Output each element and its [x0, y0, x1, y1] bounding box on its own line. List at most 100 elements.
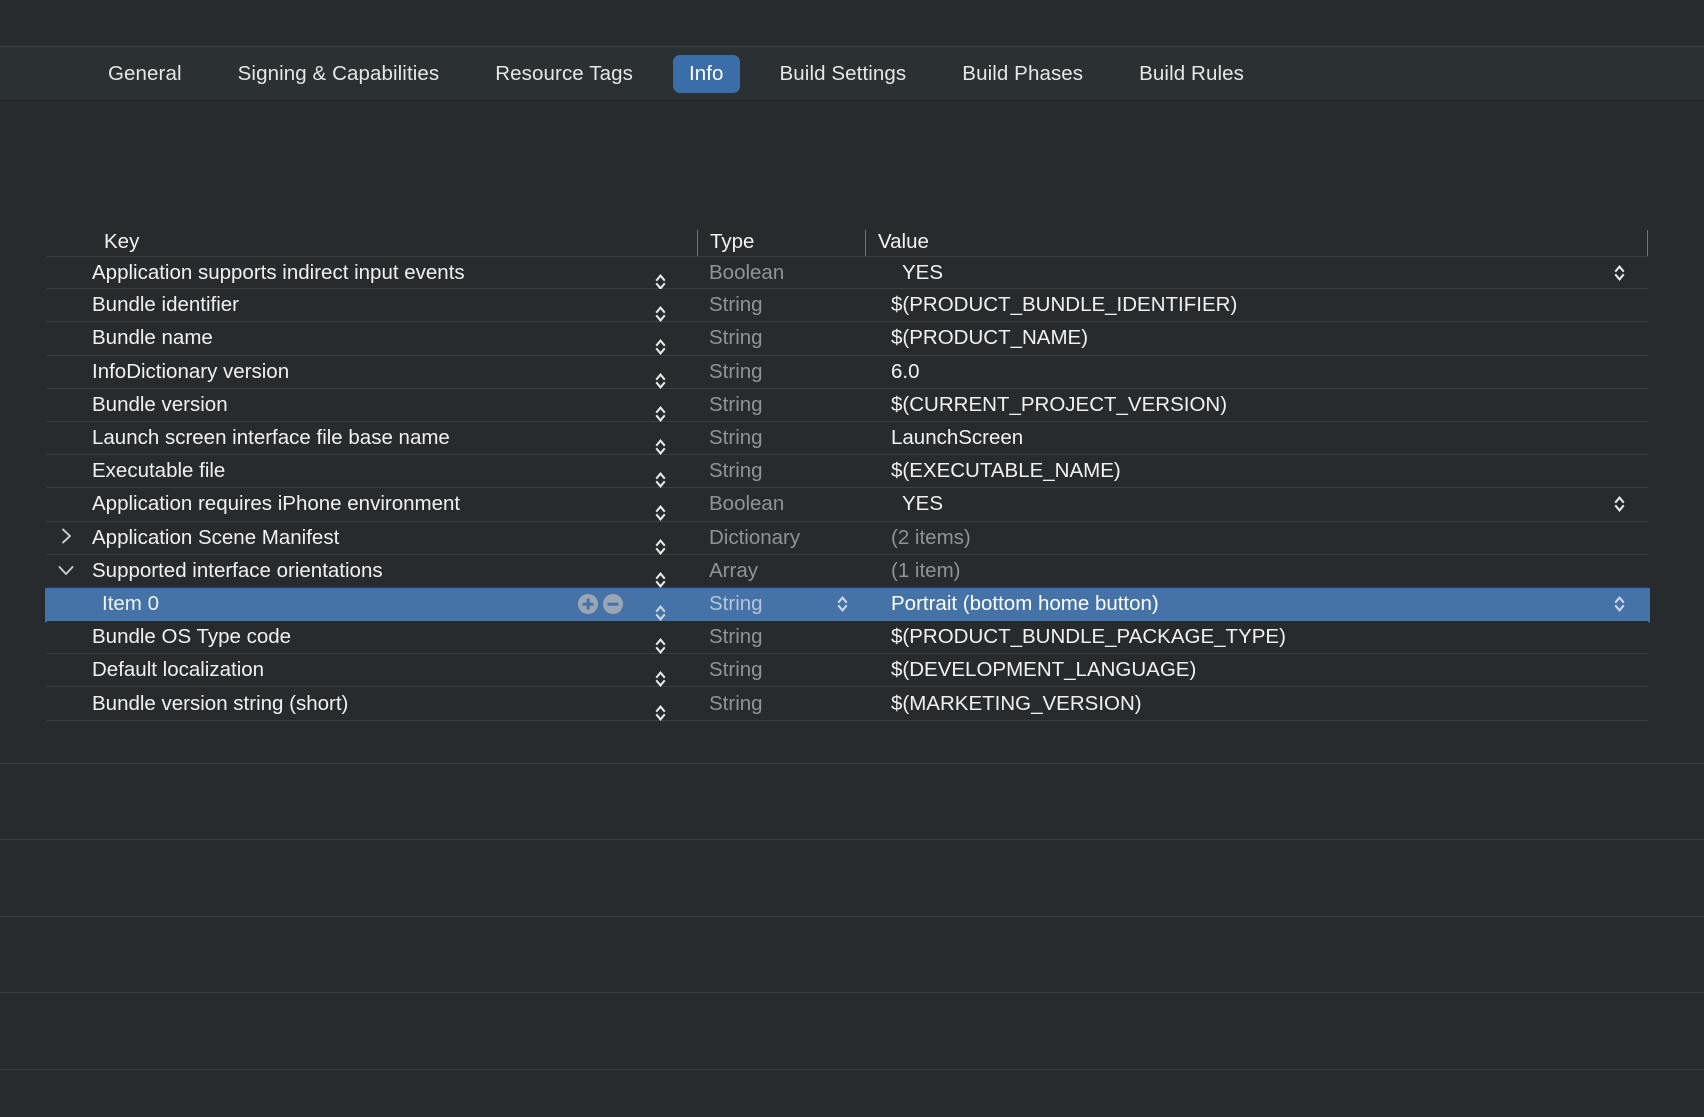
- empty-row[interactable]: [0, 764, 1704, 841]
- stepper-up-down-icon[interactable]: [649, 405, 671, 423]
- stepper-up-down-icon[interactable]: [1608, 264, 1630, 282]
- table-row[interactable]: InfoDictionary versionString6.0: [47, 356, 1648, 389]
- stepper-up-down-icon[interactable]: [649, 438, 671, 456]
- empty-row[interactable]: [0, 917, 1704, 994]
- table-row[interactable]: Executable file String $(EXECUTABLE_NAME): [47, 455, 1648, 488]
- stepper-up-down-icon[interactable]: [649, 305, 671, 323]
- type-label: String: [709, 625, 763, 649]
- cell-value[interactable]: $(PRODUCT_NAME): [865, 322, 1648, 354]
- cell-key[interactable]: Item 0: [47, 589, 697, 620]
- cell-key[interactable]: Bundle identifier: [47, 289, 697, 321]
- tab-build-settings[interactable]: Build Settings: [764, 55, 923, 93]
- cell-key[interactable]: Executable file: [47, 455, 697, 487]
- cell-type[interactable]: String: [697, 654, 865, 686]
- key-label: Application supports indirect input even…: [92, 261, 465, 285]
- stepper-up-down-icon[interactable]: [649, 538, 671, 556]
- stepper-up-down-icon[interactable]: [649, 471, 671, 489]
- column-header-key[interactable]: Key: [47, 230, 697, 256]
- cell-value[interactable]: YES: [865, 257, 1648, 288]
- cell-type[interactable]: String: [697, 422, 865, 454]
- cell-type[interactable]: String: [697, 455, 865, 487]
- column-header-type[interactable]: Type: [697, 230, 865, 256]
- table-row[interactable]: Item 0StringPortrait (bottom home button…: [45, 588, 1650, 621]
- type-label: String: [709, 293, 763, 317]
- cell-type[interactable]: String: [697, 589, 865, 620]
- cell-key[interactable]: Application supports indirect input even…: [47, 257, 697, 288]
- table-row[interactable]: Default localization String $(DEVELOPMENT_…: [47, 654, 1648, 687]
- chevron-right-icon[interactable]: [52, 528, 80, 547]
- stepper-up-down-icon[interactable]: [649, 670, 671, 688]
- cell-value[interactable]: $(PRODUCT_BUNDLE_PACKAGE_TYPE): [865, 621, 1648, 653]
- table-row[interactable]: Launch screen interface file base nameSt…: [47, 422, 1648, 455]
- stepper-up-down-icon[interactable]: [1608, 495, 1630, 513]
- table-row[interactable]: Application supports indirect input even…: [47, 256, 1648, 289]
- tab-signing-capabilities[interactable]: Signing & Capabilities: [222, 55, 456, 93]
- add-item-icon[interactable]: [578, 594, 598, 614]
- cell-type[interactable]: String: [697, 356, 865, 388]
- value-label: $(EXECUTABLE_NAME): [877, 459, 1121, 483]
- cell-value[interactable]: (2 items): [865, 522, 1648, 554]
- stepper-up-down-icon[interactable]: [649, 571, 671, 589]
- cell-key[interactable]: InfoDictionary version: [47, 356, 697, 388]
- chevron-down-icon[interactable]: [52, 562, 80, 579]
- cell-type[interactable]: String: [697, 289, 865, 321]
- cell-type[interactable]: String: [697, 389, 865, 421]
- stepper-up-down-icon[interactable]: [649, 372, 671, 390]
- cell-value[interactable]: $(DEVELOPMENT_LANGUAGE): [865, 654, 1648, 686]
- cell-value[interactable]: YES: [865, 488, 1648, 520]
- cell-type[interactable]: String: [697, 322, 865, 354]
- tab-general[interactable]: General: [92, 55, 198, 93]
- stepper-up-down-icon[interactable]: [1608, 595, 1630, 613]
- cell-key[interactable]: Supported interface orientations: [47, 555, 697, 587]
- stepper-up-down-icon[interactable]: [649, 637, 671, 655]
- window-titlebar: [0, 0, 1704, 47]
- cell-key[interactable]: Bundle version: [47, 389, 697, 421]
- table-row[interactable]: Bundle identifier String $(PRODUCT_BUNDLE_…: [47, 289, 1648, 322]
- cell-value[interactable]: Portrait (bottom home button): [865, 589, 1648, 620]
- tab-info[interactable]: Info: [673, 55, 740, 93]
- cell-key[interactable]: Default localization: [47, 654, 697, 686]
- empty-row[interactable]: [0, 840, 1704, 917]
- cell-key[interactable]: Application Scene Manifest: [47, 522, 697, 554]
- cell-value[interactable]: $(EXECUTABLE_NAME): [865, 455, 1648, 487]
- table-row[interactable]: Application Scene ManifestDictionary(2 i…: [47, 522, 1648, 555]
- cell-type[interactable]: Dictionary: [697, 522, 865, 554]
- stepper-up-down-icon[interactable]: [831, 595, 853, 613]
- remove-item-icon[interactable]: [603, 594, 623, 614]
- stepper-up-down-icon[interactable]: [649, 338, 671, 356]
- value-label: $(CURRENT_PROJECT_VERSION): [877, 393, 1227, 417]
- cell-value[interactable]: $(CURRENT_PROJECT_VERSION): [865, 389, 1648, 421]
- cell-value[interactable]: $(PRODUCT_BUNDLE_IDENTIFIER): [865, 289, 1648, 321]
- stepper-up-down-icon[interactable]: [649, 604, 671, 622]
- plist-table: Application supports indirect input even…: [47, 256, 1648, 721]
- cell-value[interactable]: (1 item): [865, 555, 1648, 587]
- cell-type[interactable]: Array: [697, 555, 865, 587]
- table-row[interactable]: Bundle versionString $(CURRENT_PROJECT_VE…: [47, 389, 1648, 422]
- column-header-value[interactable]: Value: [865, 230, 1648, 256]
- tab-resource-tags[interactable]: Resource Tags: [479, 55, 649, 93]
- cell-value[interactable]: LaunchScreen: [865, 422, 1648, 454]
- cell-key[interactable]: Application requires iPhone environment: [47, 488, 697, 520]
- cell-key[interactable]: Bundle name: [47, 322, 697, 354]
- value-label: $(PRODUCT_BUNDLE_IDENTIFIER): [877, 293, 1237, 317]
- tab-build-rules[interactable]: Build Rules: [1123, 55, 1260, 93]
- cell-type[interactable]: Boolean: [697, 257, 865, 288]
- empty-row[interactable]: [0, 687, 1704, 764]
- cell-type[interactable]: String: [697, 621, 865, 653]
- cell-key[interactable]: Bundle OS Type code: [47, 621, 697, 653]
- stepper-up-down-icon[interactable]: [649, 273, 671, 291]
- cell-key[interactable]: Launch screen interface file base name: [47, 422, 697, 454]
- row-add-remove-controls[interactable]: [578, 594, 623, 614]
- table-row[interactable]: Supported interface orientations Array (1 …: [47, 555, 1648, 588]
- table-row[interactable]: Bundle nameString$(PRODUCT_NAME): [47, 322, 1648, 355]
- table-row[interactable]: Application requires iPhone environmentB…: [47, 488, 1648, 521]
- tab-build-phases[interactable]: Build Phases: [946, 55, 1099, 93]
- table-row[interactable]: Bundle OS Type code String $(PRODUCT_BUNDL…: [47, 621, 1648, 654]
- type-label: String: [709, 459, 763, 483]
- cell-value[interactable]: 6.0: [865, 356, 1648, 388]
- cell-type[interactable]: Boolean: [697, 488, 865, 520]
- type-label: Array: [709, 559, 758, 583]
- empty-row[interactable]: [0, 993, 1704, 1070]
- type-label: String: [709, 658, 763, 682]
- stepper-up-down-icon[interactable]: [649, 504, 671, 522]
